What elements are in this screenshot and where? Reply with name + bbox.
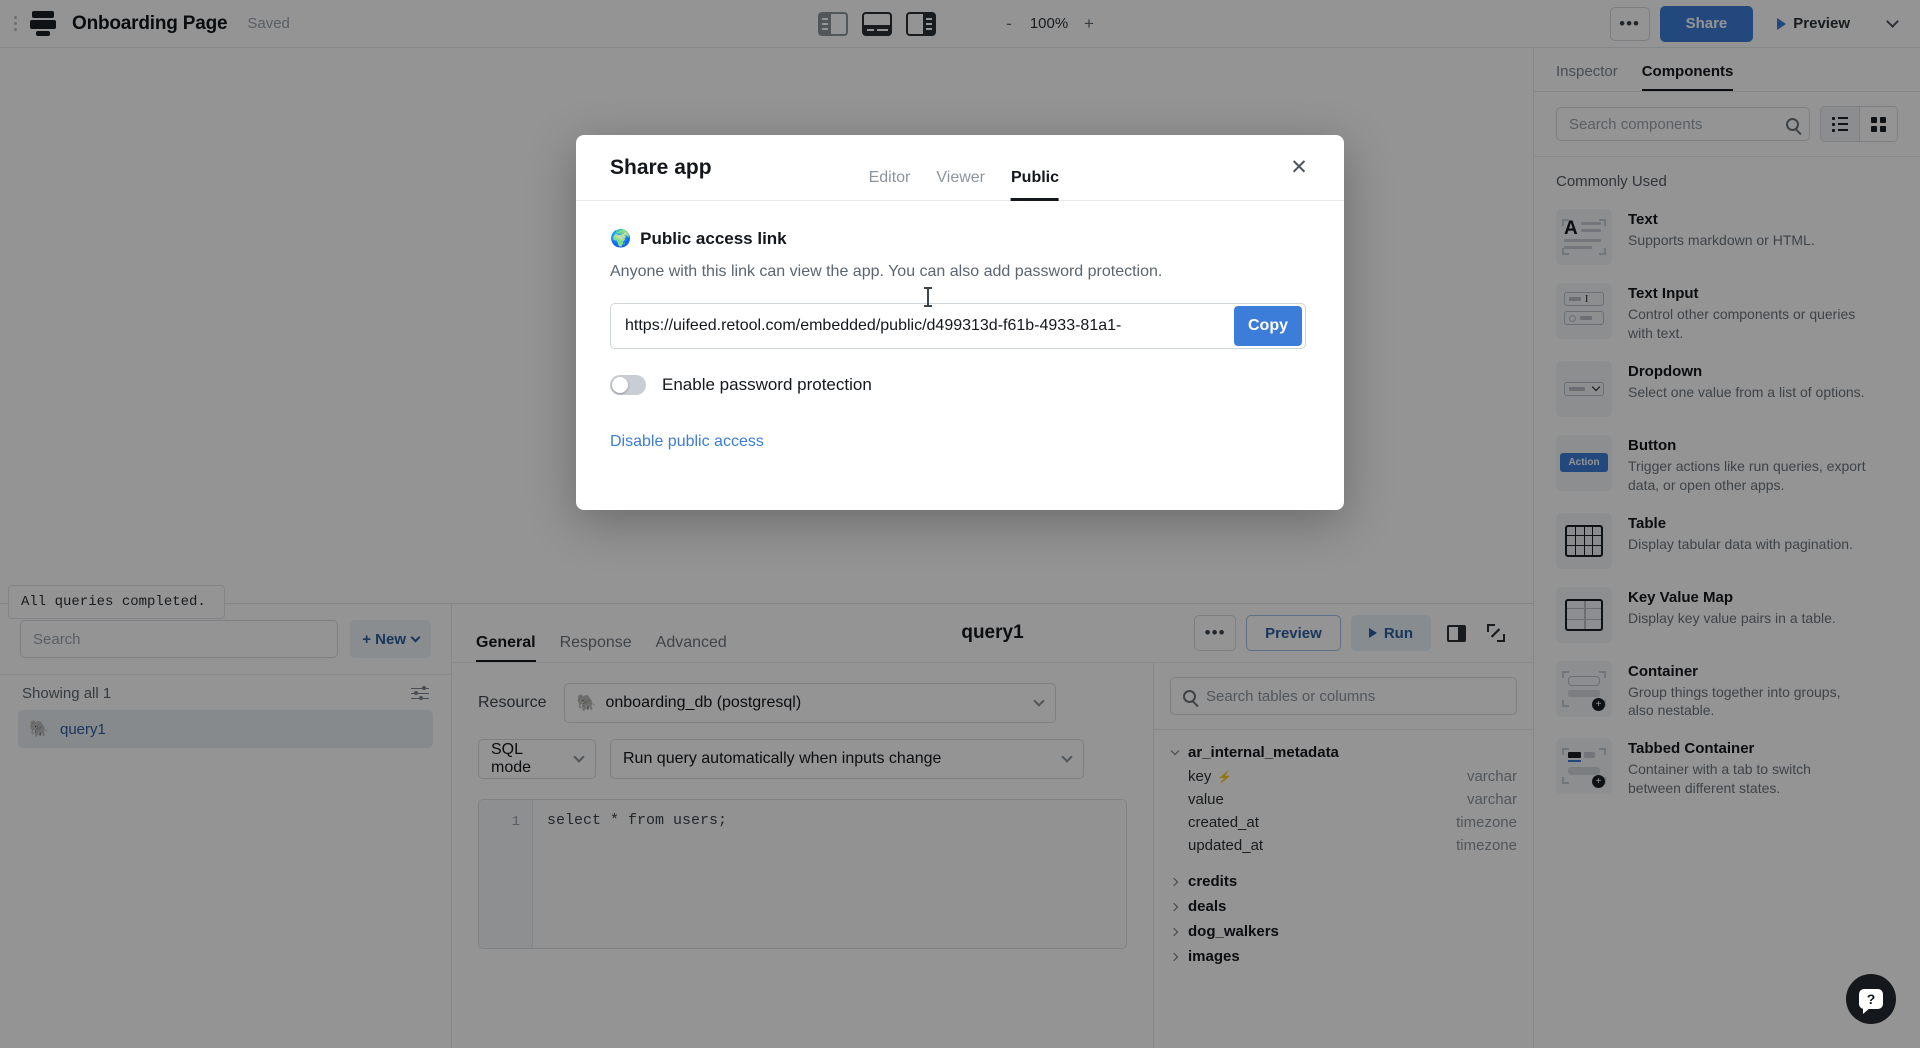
modal-tab-viewer[interactable]: Viewer — [936, 169, 985, 201]
share-app-modal: Share app Editor Viewer Public ✕ 🌍 Publi… — [576, 135, 1344, 510]
toggle-knob — [612, 377, 628, 393]
modal-header: Share app Editor Viewer Public ✕ — [576, 135, 1344, 201]
close-icon[interactable]: ✕ — [1284, 153, 1314, 183]
modal-body: 🌍 Public access link Anyone with this li… — [576, 201, 1344, 451]
public-access-heading: 🌍 Public access link — [610, 229, 1310, 249]
disable-public-access-link[interactable]: Disable public access — [610, 433, 764, 450]
help-bubble-icon: ? — [1859, 989, 1883, 1009]
modal-tab-public[interactable]: Public — [1011, 169, 1059, 201]
public-link-field[interactable]: Copy — [610, 303, 1306, 349]
modal-tab-editor[interactable]: Editor — [869, 169, 911, 201]
public-access-description: Anyone with this link can view the app. … — [610, 263, 1310, 281]
public-link-input[interactable] — [611, 304, 1234, 348]
public-access-title: Public access link — [640, 229, 786, 249]
modal-title: Share app — [610, 156, 712, 180]
help-label: ? — [1859, 989, 1883, 1009]
globe-icon: 🌍 — [610, 229, 631, 249]
text-cursor — [927, 287, 929, 307]
retool-app-editor: Onboarding Page Saved - 1 — [0, 0, 1920, 1048]
password-protection-label: Enable password protection — [662, 375, 872, 395]
password-protection-toggle[interactable] — [610, 375, 646, 395]
password-protection-row: Enable password protection — [610, 375, 1310, 395]
copy-button[interactable]: Copy — [1234, 306, 1302, 346]
help-button[interactable]: ? — [1846, 974, 1896, 1024]
modal-tabs: Editor Viewer Public — [869, 135, 1059, 201]
